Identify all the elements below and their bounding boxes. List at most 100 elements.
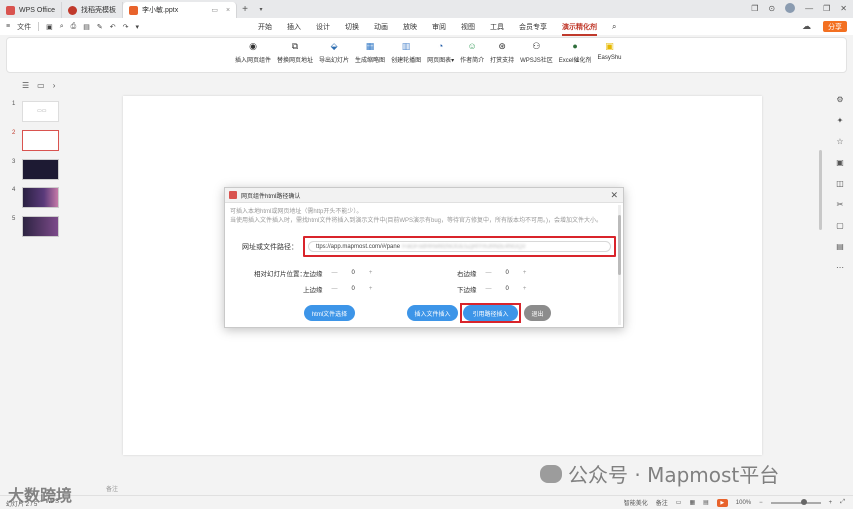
plus-icon[interactable]: + — [523, 286, 527, 292]
insert-web-component-button[interactable]: ◉ 插入网页组件 — [235, 41, 271, 64]
new-tab-button[interactable]: + — [237, 4, 253, 15]
tab-design[interactable]: 设计 — [316, 22, 330, 32]
chevron-down-icon[interactable]: ▾ — [253, 6, 269, 13]
slide-thumbnail[interactable] — [22, 187, 59, 208]
layout-icon[interactable]: ❐ — [751, 4, 758, 13]
close-icon[interactable]: × — [226, 7, 230, 14]
slide-thumb-3[interactable]: 3 — [12, 159, 59, 180]
tab-home[interactable]: 开始 — [258, 22, 272, 32]
tab-member[interactable]: 会员专享 — [519, 22, 547, 32]
print-icon[interactable]: ⎙ — [71, 23, 77, 31]
tab-wps-office[interactable]: WPS Office — [0, 2, 63, 18]
more-icon[interactable]: ▾ — [136, 23, 140, 31]
web-chart-button[interactable]: ◔ 网页图表▾ — [427, 41, 454, 64]
left-edge-value[interactable]: 0 — [352, 270, 355, 276]
thumbnail-view-icon[interactable]: ▭ — [37, 81, 45, 90]
author-intro-button[interactable]: ☺ 作者简介 — [460, 41, 484, 64]
more-icon[interactable]: ⋯ — [836, 263, 844, 272]
zoom-out-icon[interactable]: − — [759, 500, 763, 506]
export-slides-button[interactable]: ⬙ 导出幻灯片 — [319, 41, 349, 64]
easyshu-button[interactable]: ▣ EasyShu — [597, 41, 621, 64]
close-icon[interactable]: ✕ — [610, 190, 618, 201]
excel-catalyst-button[interactable]: ● Excel催化剂 — [559, 41, 592, 64]
slide-thumb-4[interactable]: 4 — [12, 187, 59, 208]
search-icon[interactable]: ⌕ — [612, 22, 616, 32]
star-icon[interactable]: ☆ — [836, 137, 843, 146]
search-doc-icon[interactable]: ⌕ — [60, 23, 64, 31]
tab-view[interactable]: 视图 — [461, 22, 475, 32]
url-input[interactable]: ttps://app.mapmost.com/#/pane l=aGFodHRw… — [308, 241, 611, 252]
carousel-button[interactable]: ▥ 创建轮播图 — [391, 41, 421, 64]
reference-path-insert-button[interactable]: 引用路径插入 — [463, 305, 518, 321]
minimize-icon[interactable]: — — [805, 4, 813, 13]
tab-tools[interactable]: 工具 — [490, 22, 504, 32]
plus-icon[interactable]: + — [369, 286, 373, 292]
top-edge-stepper[interactable]: — 0 + — [332, 286, 373, 292]
window-close-icon[interactable]: ✕ — [840, 4, 847, 13]
thumbnail-button[interactable]: ▦ 生成缩略图 — [355, 41, 385, 64]
reward-button[interactable]: ⊛ 打赏支持 — [490, 41, 514, 64]
monitor-icon[interactable]: ▭ — [211, 6, 218, 14]
hamburger-icon[interactable]: ≡ — [6, 23, 10, 30]
sorter-view-icon[interactable]: ▦ — [689, 499, 695, 506]
list-view-icon[interactable]: ☰ — [22, 81, 29, 90]
slide-thumb-2[interactable]: 2 — [12, 130, 59, 151]
plus-icon[interactable]: + — [369, 270, 373, 276]
maximize-icon[interactable]: ❐ — [823, 4, 830, 13]
minus-icon[interactable]: — — [332, 270, 338, 276]
top-edge-value[interactable]: 0 — [352, 286, 355, 292]
vertical-scrollbar[interactable] — [819, 150, 822, 230]
smart-beautify-button[interactable]: 智能美化 — [624, 498, 648, 507]
clipboard-icon[interactable]: ▣ — [836, 158, 844, 167]
bottom-edge-stepper[interactable]: — 0 + — [486, 286, 527, 292]
avatar[interactable] — [785, 3, 796, 13]
notes-button[interactable]: 备注 — [656, 498, 668, 507]
minus-icon[interactable]: — — [486, 286, 492, 292]
layers-icon[interactable]: ▤ — [836, 242, 844, 251]
tools-icon[interactable]: ✂ — [837, 200, 844, 209]
dialog-scrollbar[interactable] — [618, 205, 621, 325]
play-icon[interactable]: ▶ — [716, 498, 728, 507]
exit-button[interactable]: 退出 — [524, 305, 551, 321]
minus-icon[interactable]: — — [486, 270, 492, 276]
file-menu[interactable]: 文件 — [17, 22, 31, 32]
slide-thumb-1[interactable]: 1 ▭▭ — [12, 101, 59, 122]
bottom-edge-value[interactable]: 0 — [506, 286, 509, 292]
left-edge-stepper[interactable]: — 0 + — [332, 270, 373, 276]
slide-thumbnail[interactable] — [22, 216, 59, 237]
tab-animation[interactable]: 动画 — [374, 22, 388, 32]
slide-thumb-5[interactable]: 5 — [12, 216, 59, 237]
redo-icon[interactable]: ↷ — [123, 23, 129, 31]
tab-document[interactable]: 李小敏.pptx ▭ × — [123, 2, 238, 18]
zoom-in-icon[interactable]: + — [829, 500, 833, 506]
html-file-select-button[interactable]: html文件选择 — [304, 305, 355, 321]
replace-web-address-button[interactable]: ⧉ 替换网页地址 — [277, 41, 313, 64]
tab-insert[interactable]: 插入 — [287, 22, 301, 32]
preview-icon[interactable]: ▤ — [83, 23, 90, 31]
tab-transition[interactable]: 切换 — [345, 22, 359, 32]
selection-icon[interactable]: ▢ — [836, 221, 844, 230]
slide-thumbnail[interactable] — [22, 130, 59, 151]
community-button[interactable]: ⚇ WPSJS社区 — [520, 41, 553, 64]
fit-icon[interactable]: ⤢ — [840, 499, 845, 506]
cloud-icon[interactable]: ☁ — [802, 21, 811, 32]
plus-icon[interactable]: + — [523, 270, 527, 276]
reading-view-icon[interactable]: ▤ — [703, 499, 709, 506]
undo-icon[interactable]: ↶ — [110, 23, 116, 31]
chevron-right-icon[interactable]: › — [53, 81, 56, 90]
share-button[interactable]: 分享 — [823, 21, 847, 32]
settings-icon[interactable]: ⊙ — [768, 4, 775, 13]
right-edge-stepper[interactable]: — 0 + — [486, 270, 527, 276]
zoom-level[interactable]: 100% — [736, 500, 751, 506]
save-icon[interactable]: ▣ — [46, 23, 53, 31]
zoom-slider[interactable] — [770, 498, 821, 505]
normal-view-icon[interactable]: ▭ — [676, 499, 682, 506]
slide-thumbnail[interactable]: ▭▭ — [22, 101, 59, 122]
design-icon[interactable]: ✦ — [837, 116, 844, 125]
tab-presentation-catalyst[interactable]: 演示精化剂 — [562, 22, 597, 36]
minus-icon[interactable]: — — [332, 286, 338, 292]
slide-thumbnail[interactable] — [22, 159, 59, 180]
tab-slideshow[interactable]: 放映 — [403, 22, 417, 32]
shapes-icon[interactable]: ◫ — [836, 179, 844, 188]
right-edge-value[interactable]: 0 — [506, 270, 509, 276]
